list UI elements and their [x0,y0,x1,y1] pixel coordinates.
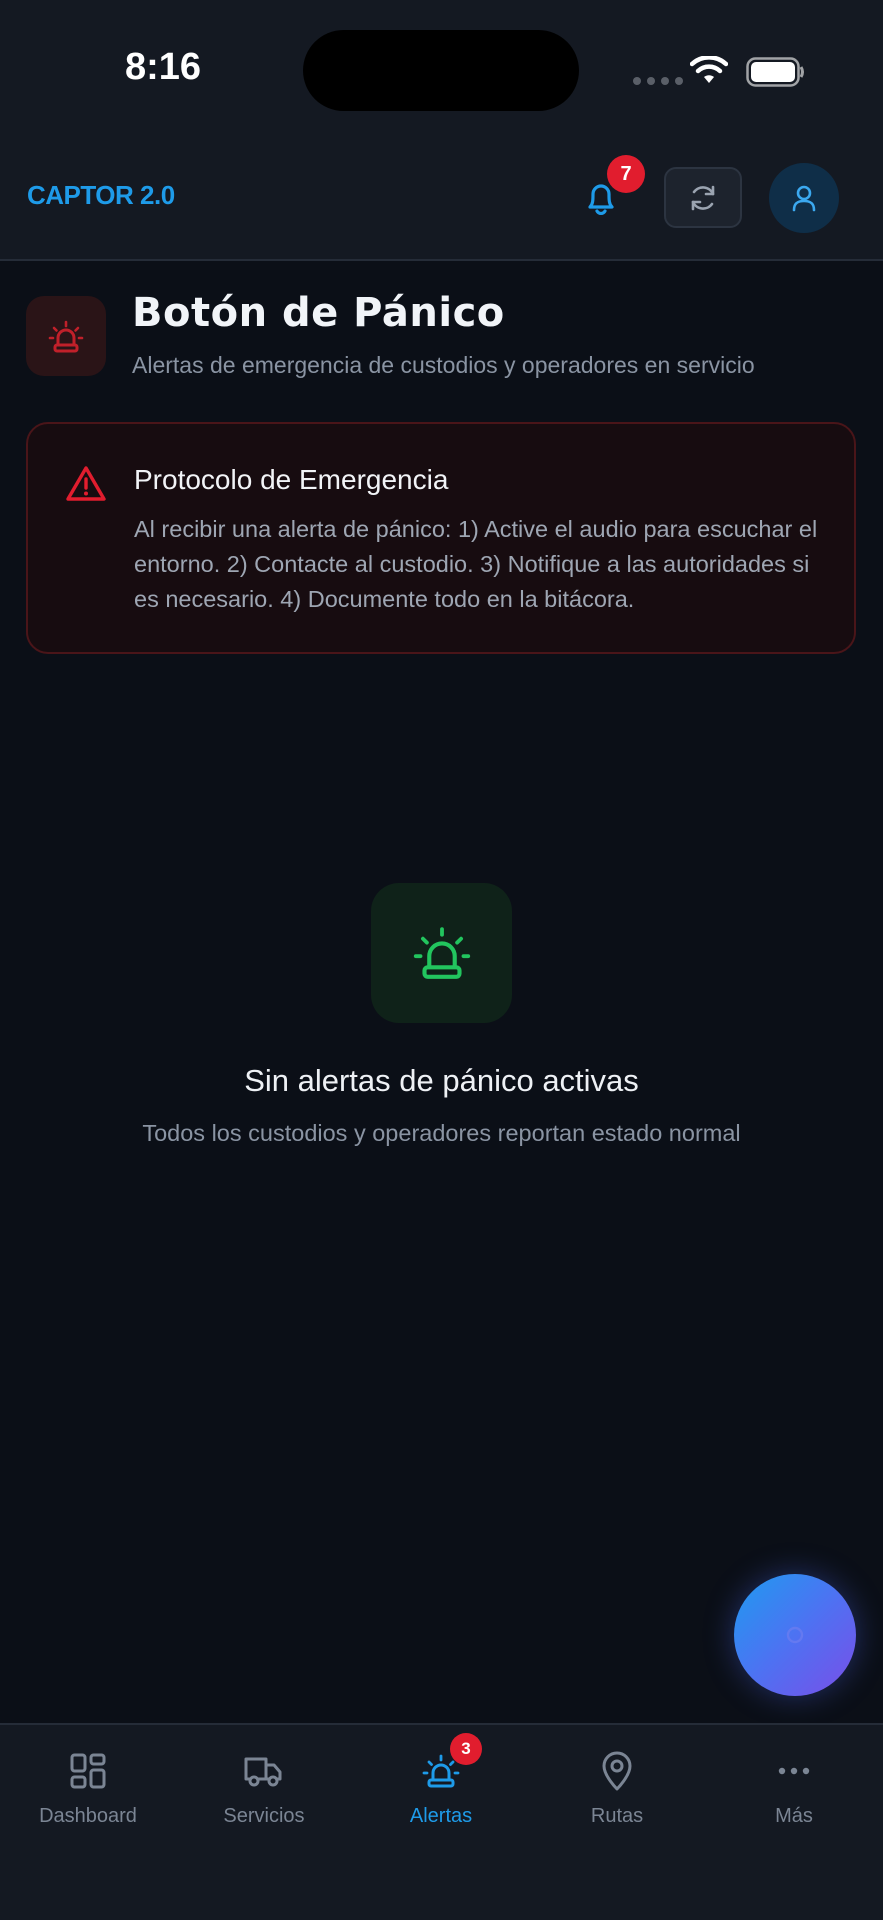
siren-icon [48,320,84,353]
fab-icon [786,1626,804,1644]
dynamic-island [303,30,579,111]
nav-item-servicios[interactable]: Servicios [176,1749,352,1839]
refresh-icon [691,185,715,210]
protocol-text: Al recibir una alerta de pánico: 1) Acti… [134,516,818,612]
map-pin-icon [602,1751,632,1791]
more-dots-icon [778,1767,810,1775]
dashboard-grid-icon [70,1753,106,1789]
empty-state-subtitle: Todos los custodios y operadores reporta… [142,1120,741,1146]
nav-label-servicios: Servicios [223,1805,305,1827]
signal-icon [633,77,683,85]
refresh-button[interactable] [664,167,742,228]
page-subtitle: Alertas de emergencia de custodios y ope… [132,352,755,378]
nav-item-dashboard[interactable]: Dashboard [0,1749,176,1839]
wifi-icon [690,56,728,83]
empty-state-icon [371,883,512,1023]
empty-state-title: Sin alertas de pánico activas [244,1063,639,1098]
protocol-title: Protocolo de Emergencia [134,464,449,495]
notification-badge: 7 [607,155,645,193]
truck-icon [244,1757,282,1787]
nav-label-rutas: Rutas [590,1805,644,1827]
status-time: 8:16 [124,46,202,88]
nav-label-mas: Más [775,1805,813,1827]
nav-label-alertas: Alertas [409,1805,473,1827]
nav-item-alertas[interactable]: Alertas [353,1749,529,1839]
warning-triangle-icon [66,466,106,501]
app-header: CAPTOR 2.0 [0,140,883,261]
status-bar: 8:16 [0,0,883,140]
alertas-badge: 3 [450,1733,482,1765]
user-profile-button[interactable] [769,163,839,233]
page-title: Botón de Pánico [132,290,505,336]
battery-icon [746,57,804,87]
floating-action-button[interactable] [734,1574,856,1696]
emergency-protocol-card: Protocolo de Emergencia Al recibir una a… [26,422,856,654]
brand-logo[interactable]: CAPTOR 2.0 [27,180,175,211]
nav-item-rutas[interactable]: Rutas [529,1749,705,1839]
bottom-nav: Dashboard Servicios Alertas Rutas Más [0,1723,883,1920]
siren-icon [413,927,470,979]
nav-label-dashboard: Dashboard [39,1805,137,1827]
page-icon [26,296,106,376]
nav-item-mas[interactable]: Más [706,1749,882,1839]
user-icon [792,185,816,212]
